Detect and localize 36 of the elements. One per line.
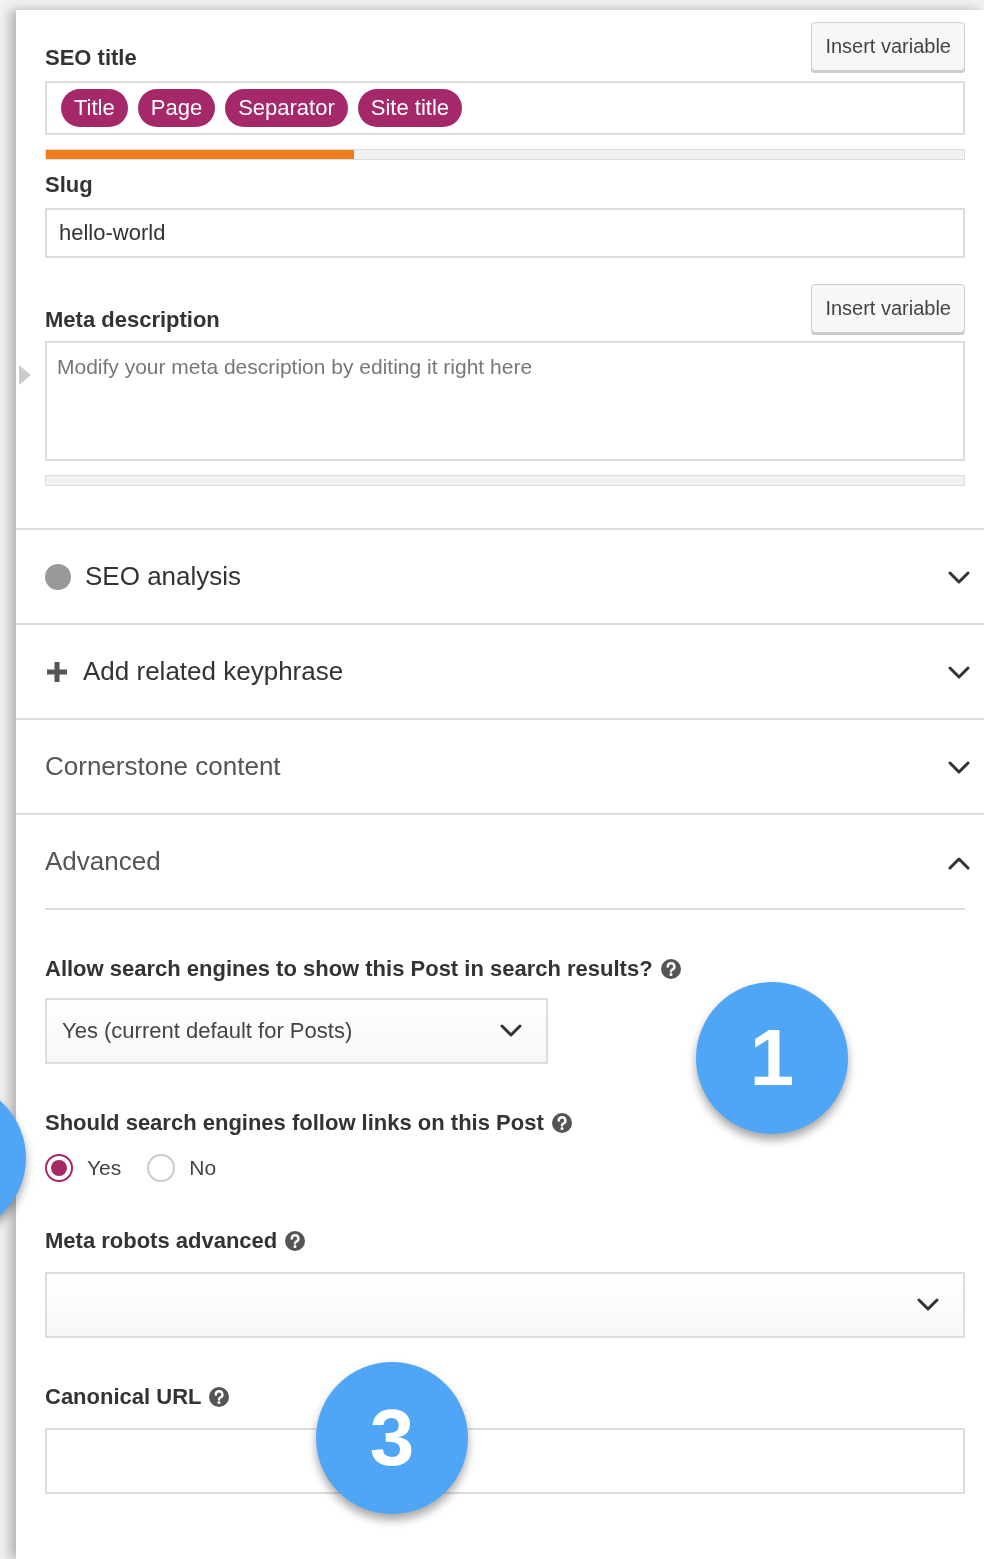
chevron-icon [948, 571, 970, 585]
variable-tag[interactable]: Title [61, 89, 128, 127]
radio-button[interactable] [45, 1154, 73, 1182]
help-icon[interactable] [551, 1113, 572, 1133]
section-header[interactable]: Advanced [16, 815, 984, 908]
slug-field[interactable]: hello-world [45, 208, 965, 258]
status-dot-icon [45, 563, 71, 590]
visibility-select[interactable]: Yes (current default for Posts) [45, 998, 548, 1064]
field-label: Allow search engines to show this Post in search results? [45, 956, 681, 982]
radio-option[interactable]: Yes [45, 1154, 122, 1182]
plus-icon [45, 659, 69, 684]
field-label: Meta description [45, 307, 220, 333]
chevron-icon [500, 1024, 522, 1038]
chevron-icon [948, 856, 970, 870]
help-icon[interactable] [209, 1387, 230, 1407]
field-label: SEO title [45, 45, 137, 71]
variable-tag[interactable]: Site title [357, 89, 463, 127]
section-header[interactable]: Cornerstone content [16, 720, 984, 815]
chevron-icon [917, 1298, 939, 1312]
variable-tag[interactable]: Page [137, 89, 216, 127]
help-icon[interactable] [285, 1231, 306, 1251]
section-header[interactable]: Add related keyphrase [16, 625, 984, 720]
insert-variable-button[interactable]: Insert variable [811, 22, 965, 71]
field-label: Meta robots advanced [45, 1228, 306, 1254]
help-icon[interactable] [660, 959, 681, 979]
field-label: Should search engines follow links on this Post [45, 1110, 572, 1136]
field-label: Slug [45, 172, 93, 198]
field-label: Canonical URL [45, 1384, 230, 1410]
insert-variable-button[interactable]: Insert variable [811, 284, 965, 333]
chevron-icon [948, 761, 970, 775]
chevron-icon [948, 666, 970, 680]
seo-title-field[interactable]: Title Page Separator Site title [45, 81, 965, 135]
radio-option[interactable]: No [147, 1154, 217, 1182]
variable-tag[interactable]: Separator [225, 89, 348, 127]
section-header[interactable]: SEO analysis [16, 530, 984, 625]
meta-description-field[interactable]: Modify your meta description by editing it right here [45, 341, 965, 461]
